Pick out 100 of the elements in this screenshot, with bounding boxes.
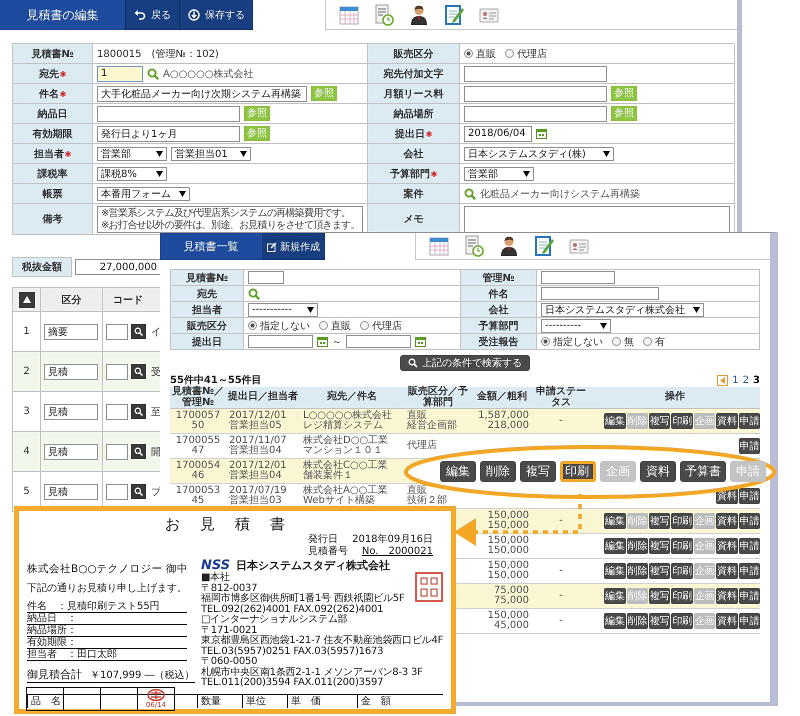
input-field[interactable]: [464, 66, 607, 82]
action-button[interactable]: 削除: [626, 563, 648, 579]
calendar-icon[interactable]: [415, 336, 426, 347]
action-button[interactable]: 資料: [640, 461, 676, 482]
action-button[interactable]: 削除: [626, 538, 648, 554]
action-button[interactable]: 印刷: [671, 563, 693, 579]
input-field[interactable]: [106, 324, 128, 340]
input-field[interactable]: 見積: [44, 364, 98, 380]
calendar-icon[interactable]: [536, 128, 547, 139]
action-button[interactable]: 複写: [648, 413, 670, 429]
action-button[interactable]: 印刷: [671, 538, 693, 554]
calendar-icon[interactable]: [317, 336, 328, 347]
radio-button[interactable]: [248, 321, 257, 330]
action-button[interactable]: 印刷: [671, 513, 693, 529]
action-button[interactable]: 削除: [480, 461, 516, 482]
input-field[interactable]: [541, 287, 659, 300]
action-button[interactable]: 複写: [648, 563, 670, 579]
input-field[interactable]: 見積: [44, 404, 98, 420]
input-field[interactable]: [106, 444, 128, 460]
action-button[interactable]: 予算書: [680, 461, 726, 482]
search-button[interactable]: [131, 444, 146, 459]
dropdown[interactable]: ----------: [541, 318, 611, 332]
action-button[interactable]: 資料: [716, 588, 738, 604]
action-button[interactable]: 資料: [716, 563, 738, 579]
input-field[interactable]: [248, 271, 284, 284]
notepad-icon[interactable]: [533, 235, 555, 257]
action-button[interactable]: 申請: [738, 513, 760, 529]
new-button[interactable]: 新規作成: [262, 233, 325, 260]
input-field[interactable]: [464, 86, 607, 102]
dropdown[interactable]: -----------: [248, 302, 318, 316]
input-field[interactable]: [106, 404, 128, 420]
input-field[interactable]: 大手化粧品メーカー向け次期システム再構築: [97, 86, 307, 102]
radio-button[interactable]: [643, 337, 652, 346]
page-link[interactable]: 2: [742, 374, 750, 386]
action-button[interactable]: 資料: [716, 538, 738, 554]
action-button[interactable]: 編集: [604, 588, 626, 604]
action-button[interactable]: 複写: [648, 538, 670, 554]
input-field[interactable]: 2018/06/04: [464, 126, 532, 142]
action-button[interactable]: 編集: [604, 513, 626, 529]
action-button[interactable]: 申請: [738, 438, 760, 454]
input-field[interactable]: [541, 271, 615, 284]
schedule-icon[interactable]: [373, 4, 395, 26]
dropdown[interactable]: 営業担当01: [171, 146, 251, 160]
search-button[interactable]: [131, 324, 146, 339]
dropdown[interactable]: 本番用フォーム: [97, 186, 190, 200]
dropdown[interactable]: 日本システムスタディ株式会社: [541, 302, 704, 316]
action-button[interactable]: 複写: [648, 613, 670, 629]
action-button[interactable]: 削除: [626, 613, 648, 629]
input-field[interactable]: 27,000,000: [75, 259, 161, 275]
search-button[interactable]: [131, 364, 146, 379]
action-button[interactable]: 印刷: [671, 613, 693, 629]
person-icon[interactable]: [498, 235, 520, 257]
action-button[interactable]: 申請: [738, 488, 760, 504]
action-button[interactable]: 編集: [604, 538, 626, 554]
dropdown[interactable]: 日本システムスタディ(株): [464, 146, 614, 160]
schedule-icon[interactable]: [463, 235, 485, 257]
input-field[interactable]: 見積: [44, 484, 98, 500]
radio-button[interactable]: [612, 337, 621, 346]
action-button[interactable]: 印刷: [671, 413, 693, 429]
dropdown[interactable]: 課税8%: [97, 166, 167, 180]
radio-button[interactable]: [541, 337, 550, 346]
action-button[interactable]: 編集: [604, 413, 626, 429]
action-button[interactable]: 複写: [648, 513, 670, 529]
action-button[interactable]: 複写: [648, 588, 670, 604]
action-button[interactable]: 申請: [738, 563, 760, 579]
action-button[interactable]: 資料: [716, 513, 738, 529]
text-area[interactable]: ※営業系システム及び代理店系システムの再構築費用です。 ※お打合せ以外の要件は、別途、お見積りをさせて頂きます。: [97, 206, 363, 233]
radio-button[interactable]: [360, 321, 369, 330]
page-link[interactable]: 1: [732, 374, 739, 386]
input-field[interactable]: 発行日より1ヶ月: [97, 126, 240, 142]
action-button[interactable]: 編集: [440, 461, 476, 482]
input-field[interactable]: 見積: [44, 444, 98, 460]
notepad-icon[interactable]: [443, 4, 465, 26]
radio-button[interactable]: [505, 49, 514, 58]
input-field[interactable]: [97, 106, 240, 122]
action-button[interactable]: 申請: [738, 538, 760, 554]
action-button[interactable]: 複写: [520, 461, 556, 482]
action-button[interactable]: 申請: [738, 613, 760, 629]
sort-button[interactable]: [18, 292, 34, 308]
calendar-icon[interactable]: [338, 4, 360, 26]
action-button[interactable]: 申請: [738, 413, 760, 429]
search-button[interactable]: [131, 484, 146, 499]
person-icon[interactable]: [408, 4, 430, 26]
input-field[interactable]: [106, 484, 128, 500]
back-button[interactable]: 戻る: [125, 0, 179, 30]
radio-button[interactable]: [464, 49, 473, 58]
input-field[interactable]: [106, 364, 128, 380]
calendar-icon[interactable]: [428, 235, 450, 257]
input-field[interactable]: [464, 106, 607, 122]
action-button[interactable]: 編集: [604, 563, 626, 579]
previous-page-button[interactable]: [717, 374, 728, 386]
search-button[interactable]: [131, 404, 146, 419]
dropdown[interactable]: 営業部: [464, 166, 534, 180]
action-button[interactable]: 印刷: [560, 461, 596, 482]
action-button[interactable]: 印刷: [671, 588, 693, 604]
page-link[interactable]: 3: [753, 374, 760, 386]
input-field[interactable]: [346, 335, 411, 348]
input-field[interactable]: [248, 335, 313, 348]
save-button[interactable]: 保存する: [179, 0, 253, 30]
search-button[interactable]: 上記の条件で検索する: [400, 355, 530, 371]
